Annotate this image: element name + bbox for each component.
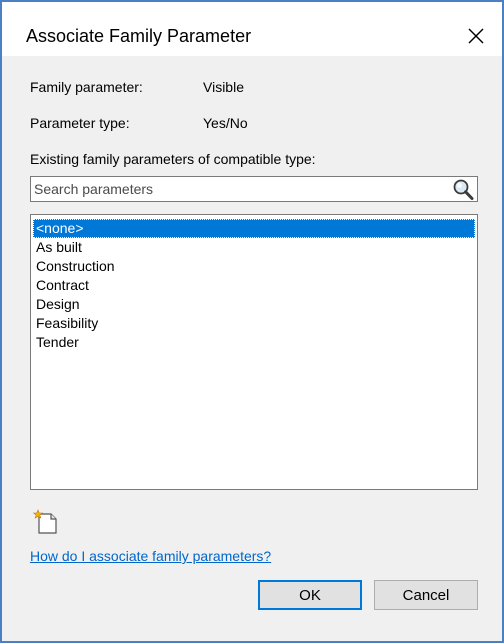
associate-family-parameter-dialog: Associate Family Parameter Family parame… xyxy=(0,0,504,643)
family-parameter-label: Family parameter: xyxy=(30,79,143,95)
cancel-button[interactable]: Cancel xyxy=(374,580,478,610)
ok-button[interactable]: OK xyxy=(258,580,362,610)
help-link[interactable]: How do I associate family parameters? xyxy=(30,548,271,564)
new-parameter-button[interactable] xyxy=(32,508,60,536)
new-parameter-icon xyxy=(32,509,57,534)
title-bar: Associate Family Parameter xyxy=(2,2,502,56)
parameter-type-label: Parameter type: xyxy=(30,115,130,131)
list-item[interactable]: Contract xyxy=(33,276,475,295)
list-item[interactable]: Feasibility xyxy=(33,314,475,333)
existing-parameters-label: Existing family parameters of compatible… xyxy=(30,151,316,167)
dialog-body: Family parameter: Visible Parameter type… xyxy=(2,56,502,641)
close-button[interactable] xyxy=(462,22,490,50)
search-input[interactable] xyxy=(34,179,444,199)
dialog-title: Associate Family Parameter xyxy=(26,26,252,46)
list-item[interactable]: Construction xyxy=(33,257,475,276)
parameter-type-value: Yes/No xyxy=(203,115,248,131)
list-item[interactable]: <none> xyxy=(33,219,475,238)
parameter-list[interactable]: <none> As built Construction Contract Design… xyxy=(30,214,478,490)
close-icon xyxy=(468,28,484,44)
search-icon[interactable] xyxy=(451,178,475,202)
list-item[interactable]: Tender xyxy=(33,333,475,352)
family-parameter-value: Visible xyxy=(203,79,244,95)
list-item[interactable]: As built xyxy=(33,238,475,257)
search-box xyxy=(30,176,478,202)
list-item[interactable]: Design xyxy=(33,295,475,314)
